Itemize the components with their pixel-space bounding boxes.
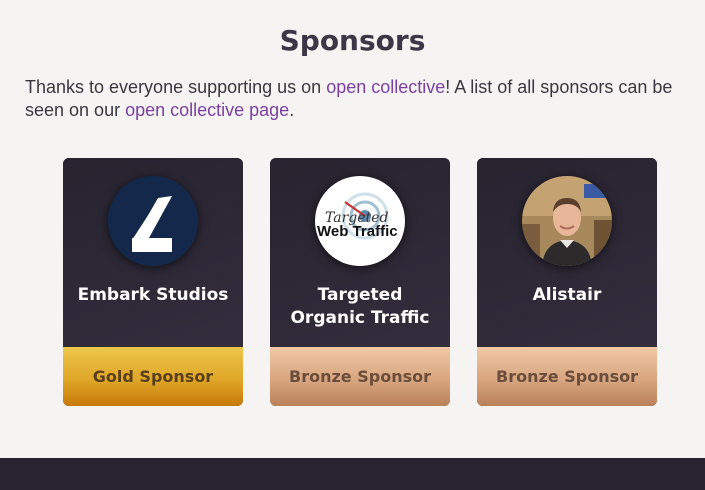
intro-text-end: .	[289, 100, 295, 120]
sponsor-card-alistair[interactable]: Alistair Bronze Sponsor	[477, 158, 657, 406]
sponsor-name: Embark Studios	[77, 285, 229, 305]
sponsor-tier-badge: Bronze Sponsor	[270, 347, 450, 406]
sponsor-name: Alistair	[532, 285, 602, 305]
page-footer	[0, 458, 705, 490]
sponsors-intro: Thanks to everyone supporting us on open…	[25, 76, 685, 122]
sponsor-tier-badge: Gold Sponsor	[63, 347, 243, 406]
open-collective-page-link[interactable]: open collective page	[125, 100, 289, 120]
sponsor-card-embark[interactable]: Embark Studios Gold Sponsor	[63, 158, 243, 406]
embark-logo-icon	[108, 176, 198, 266]
intro-text: Thanks to everyone supporting us on	[25, 77, 327, 97]
open-collective-link[interactable]: open collective	[326, 77, 445, 97]
logo-text: Web Traffic	[317, 223, 398, 240]
person-photo-icon	[522, 176, 612, 266]
sponsor-tier-badge: Bronze Sponsor	[477, 347, 657, 406]
targeted-web-traffic-logo-icon: Targeted Web Traffic	[315, 176, 405, 266]
section-title: Sponsors	[279, 24, 426, 57]
sponsor-card-targeted[interactable]: Targeted Web Traffic Targeted Organic Tr…	[270, 158, 450, 406]
sponsor-name: Targeted Organic Traffic	[290, 285, 430, 328]
